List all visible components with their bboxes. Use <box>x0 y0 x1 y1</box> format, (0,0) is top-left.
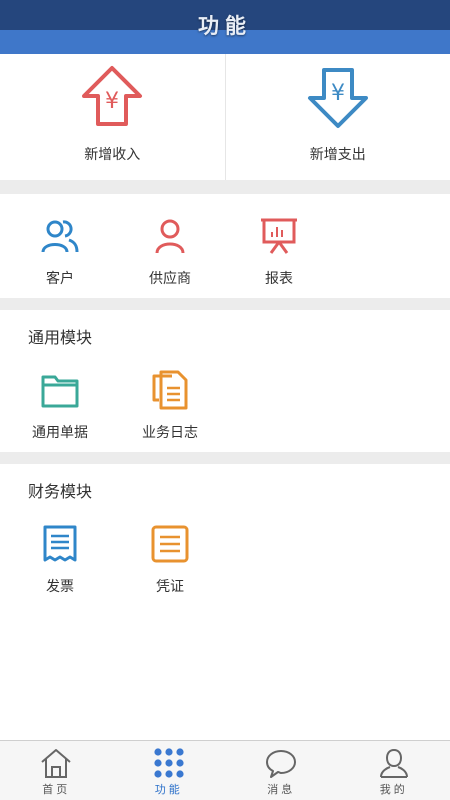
chart-board-icon <box>261 218 297 254</box>
voucher-icon <box>151 525 189 563</box>
add-income-button[interactable]: ¥ 新增收入 <box>0 54 225 180</box>
page-title: 功能 <box>198 14 252 38</box>
documents-icon <box>152 370 188 410</box>
chat-bubble-icon <box>266 750 297 778</box>
basic-section: 客户 供应商 报表 <box>0 194 450 298</box>
customer-button[interactable]: 客户 <box>5 202 115 292</box>
tab-functions-label: 功能 <box>154 783 183 796</box>
business-log-button[interactable]: 业务日志 <box>115 356 225 446</box>
add-expense-label: 新增支出 <box>309 147 366 163</box>
supplier-label: 供应商 <box>149 271 191 287</box>
home-icon <box>41 749 71 778</box>
supplier-button[interactable]: 供应商 <box>115 202 225 292</box>
tab-profile-label: 我的 <box>379 783 408 796</box>
tab-functions[interactable]: 功能 <box>113 741 226 800</box>
header-bar: 功能 <box>0 0 450 54</box>
divider <box>0 180 450 194</box>
tab-home[interactable]: 首页 <box>0 741 113 800</box>
add-expense-button[interactable]: ¥ 新增支出 <box>224 54 450 180</box>
divider <box>0 452 450 464</box>
svg-text:¥: ¥ <box>105 89 119 114</box>
bottom-tab-bar: 首页 功能 消息 我的 <box>0 740 450 800</box>
voucher-label: 凭证 <box>156 579 184 595</box>
svg-text:¥: ¥ <box>331 81 345 106</box>
general-documents-label: 通用单据 <box>32 425 88 441</box>
tab-messages[interactable]: 消息 <box>225 741 338 800</box>
invoice-button[interactable]: 发票 <box>5 510 115 600</box>
users-icon <box>41 220 79 253</box>
tab-home-label: 首页 <box>42 783 71 796</box>
divider <box>0 298 450 310</box>
tab-profile[interactable]: 我的 <box>338 741 450 800</box>
report-label: 报表 <box>265 271 293 287</box>
finance-module-title: 财务模块 <box>28 482 93 501</box>
report-button[interactable]: 报表 <box>224 202 334 292</box>
general-module-title: 通用模块 <box>28 328 93 347</box>
customer-label: 客户 <box>46 271 74 287</box>
user-icon <box>379 748 408 778</box>
grid-dots-icon <box>154 748 184 778</box>
person-icon <box>155 219 185 254</box>
voucher-button[interactable]: 凭证 <box>115 510 225 600</box>
finance-module-section: 财务模块 发票 凭证 <box>0 464 450 740</box>
income-up-arrow-icon: ¥ <box>82 66 143 126</box>
business-log-label: 业务日志 <box>142 425 198 441</box>
general-documents-button[interactable]: 通用单据 <box>5 356 115 446</box>
receipt-icon <box>43 525 77 562</box>
folder-icon <box>41 375 79 408</box>
quick-actions: ¥ 新增收入 ¥ 新增支出 <box>0 54 450 180</box>
general-module-section: 通用模块 通用单据 业务日志 <box>0 310 450 452</box>
invoice-label: 发票 <box>46 579 74 595</box>
expense-down-arrow-icon: ¥ <box>307 68 368 128</box>
tab-messages-label: 消息 <box>267 783 296 796</box>
add-income-label: 新增收入 <box>84 147 141 163</box>
